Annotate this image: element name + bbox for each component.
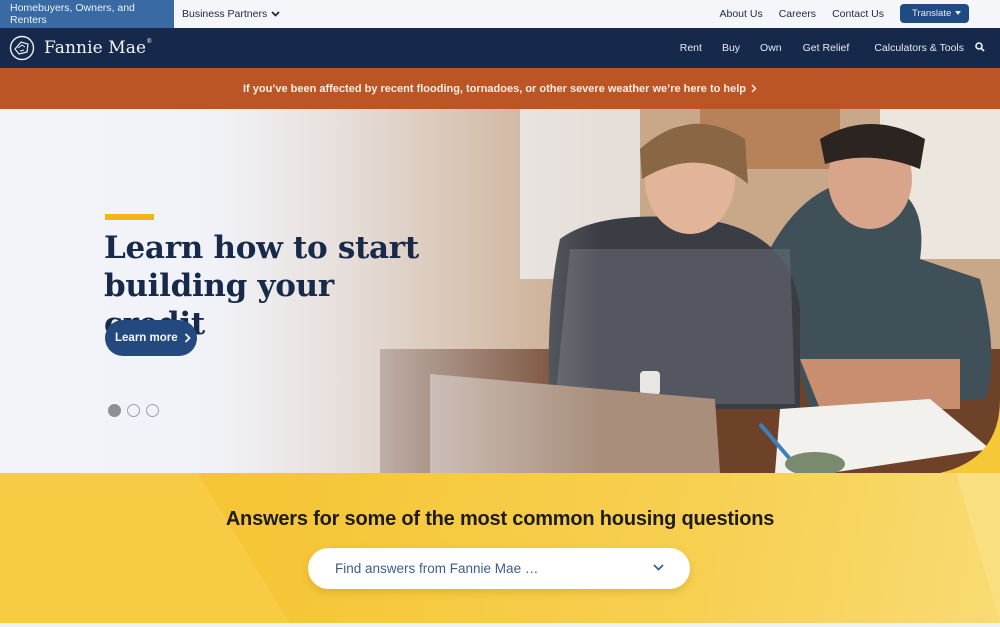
- nav-item-buy[interactable]: Buy: [722, 42, 740, 54]
- contact-us-link[interactable]: Contact Us: [832, 8, 884, 20]
- nav-item-own[interactable]: Own: [760, 42, 782, 54]
- carousel-dot-1[interactable]: [108, 404, 121, 417]
- find-answers-placeholder: Find answers from Fannie Mae …: [335, 561, 539, 576]
- chevron-down-icon: [653, 564, 664, 571]
- house-logo-icon: [9, 35, 35, 61]
- learn-more-label: Learn more: [115, 332, 178, 344]
- answers-section: Answers for some of the most common hous…: [0, 473, 1000, 623]
- primary-nav-links: Rent Buy Own Get Relief Calculators & To…: [680, 28, 964, 68]
- carousel-pagination: [108, 404, 159, 417]
- translate-label: Translate: [912, 8, 952, 19]
- alert-text: If you’ve been affected by recent floodi…: [242, 82, 747, 95]
- careers-link[interactable]: Careers: [779, 8, 816, 20]
- about-us-link[interactable]: About Us: [720, 8, 763, 20]
- carousel-dot-2[interactable]: [127, 404, 140, 417]
- find-answers-dropdown[interactable]: Find answers from Fannie Mae …: [308, 548, 690, 589]
- chevron-down-icon: [271, 11, 280, 17]
- learn-more-button[interactable]: Learn more: [105, 320, 197, 356]
- audience-tab-business-partners[interactable]: Business Partners: [182, 0, 280, 28]
- page-bottom-strip: [0, 623, 1000, 627]
- utility-links: About Us Careers Contact Us: [720, 0, 885, 28]
- accent-bar: [105, 214, 154, 220]
- caret-down-icon: [955, 11, 961, 15]
- translate-button[interactable]: Translate: [900, 4, 969, 23]
- main-nav: Fannie Mae® Rent Buy Own Get Relief Calc…: [0, 28, 1000, 68]
- audience-tab-label: Homebuyers, Owners, and Renters: [10, 2, 135, 26]
- audience-tab-homebuyers[interactable]: Homebuyers, Owners, and Renters: [0, 0, 174, 28]
- nav-item-rent[interactable]: Rent: [680, 42, 702, 54]
- chevron-right-icon: [184, 333, 191, 343]
- fannie-mae-logo[interactable]: Fannie Mae®: [9, 35, 152, 61]
- carousel-dot-3[interactable]: [146, 404, 159, 417]
- nav-item-get-relief[interactable]: Get Relief: [803, 42, 850, 54]
- weather-alert-banner[interactable]: If you’ve been affected by recent floodi…: [0, 68, 1000, 109]
- hero-carousel: Learn how to start building your credit …: [0, 109, 1000, 473]
- audience-tab-label: Business Partners: [182, 8, 268, 20]
- brand-name: Fannie Mae®: [44, 38, 153, 58]
- answers-title: Answers for some of the most common hous…: [225, 508, 775, 530]
- chevron-right-icon: [751, 84, 757, 93]
- nav-item-calculators-tools[interactable]: Calculators & Tools: [874, 42, 964, 54]
- utility-bar: Homebuyers, Owners, and Renters Business…: [0, 0, 1000, 28]
- search-icon[interactable]: [975, 42, 985, 52]
